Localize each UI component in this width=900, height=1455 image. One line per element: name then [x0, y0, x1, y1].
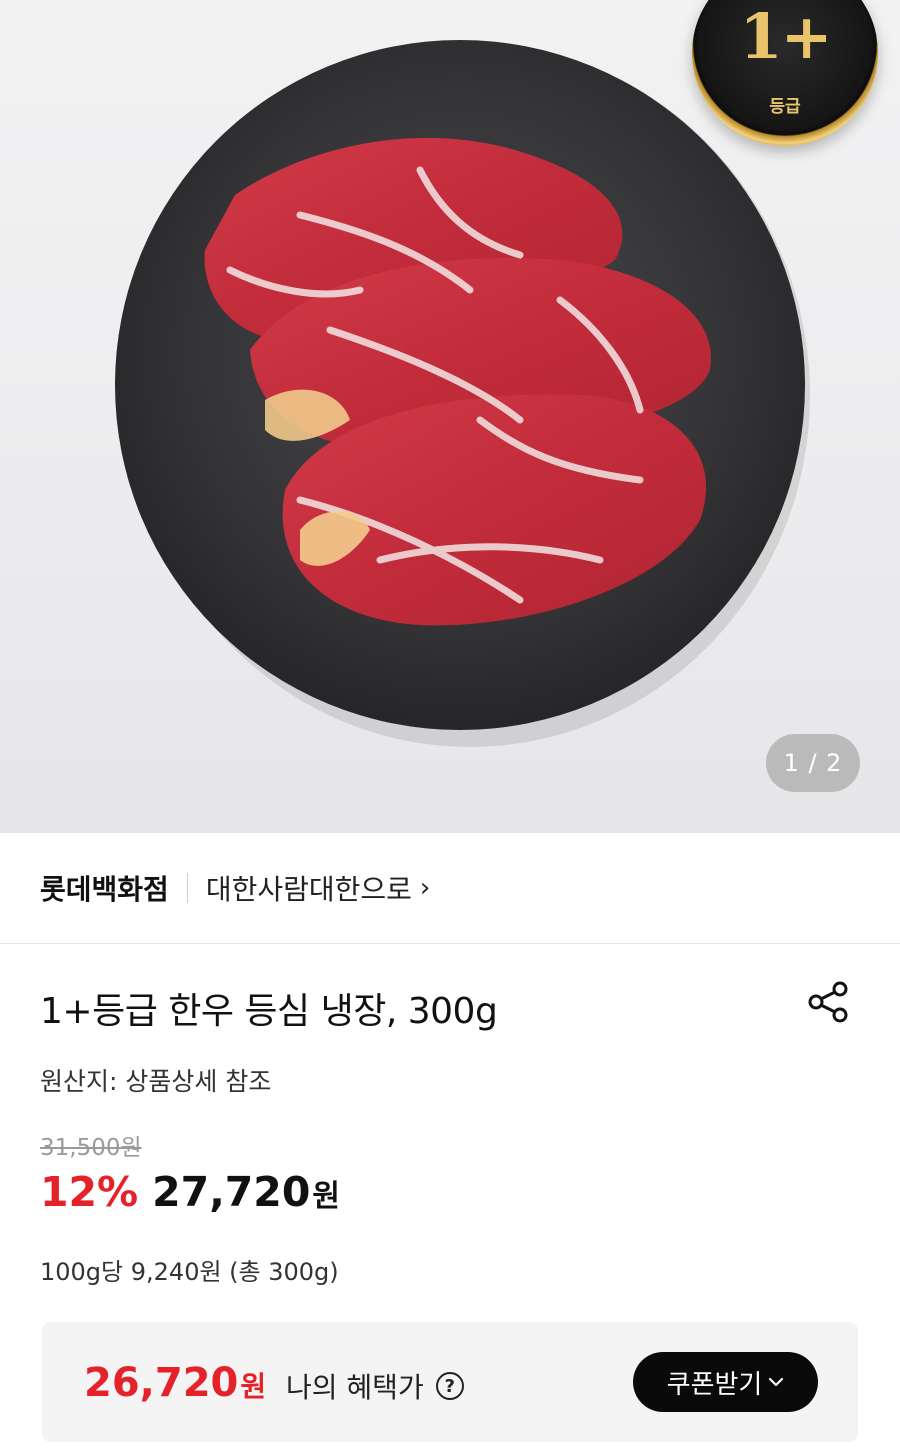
help-icon[interactable]: ?	[435, 1372, 464, 1400]
grade-value: 1+	[739, 0, 832, 73]
original-price: 31,500원	[40, 1135, 142, 1161]
price-row: 12% 27,720 원	[40, 1168, 340, 1216]
benefit-price-box: 26,720 원 나의 혜택가 ? 쿠폰받기	[42, 1322, 858, 1442]
unit-price: 100g당 9,240원 (총 300g)	[40, 1258, 339, 1286]
coupon-button[interactable]: 쿠폰받기	[633, 1352, 818, 1412]
coupon-button-label: 쿠폰받기	[666, 1369, 763, 1400]
chevron-down-icon	[769, 1377, 784, 1387]
seller-link[interactable]: 대한사람대한으로 ›	[206, 868, 431, 908]
origin-info: 원산지: 상품상세 참조	[40, 1067, 272, 1096]
seller-name: 대한사람대한으로	[205, 873, 412, 906]
image-counter: 1 / 2	[766, 734, 860, 792]
benefit-price-currency: 원	[240, 1370, 267, 1403]
sale-price: 27,720	[152, 1168, 311, 1216]
benefit-label: 나의 혜택가	[286, 1371, 424, 1404]
benefit-price-value: 26,720	[84, 1360, 239, 1406]
product-image-gallery[interactable]: 1+ 등급 1 / 2	[0, 0, 900, 833]
benefit-price: 26,720 원	[84, 1360, 266, 1406]
store-info-row: 롯데백화점 대한사람대한으로 ›	[0, 833, 900, 944]
benefit-label-group: 나의 혜택가 ?	[286, 1366, 464, 1406]
product-title: 1+등급 한우 등심 냉장, 300g	[40, 991, 498, 1032]
chevron-right-icon: ›	[419, 873, 431, 903]
store-brand: 롯데백화점	[40, 873, 169, 906]
discount-rate: 12%	[40, 1168, 139, 1216]
grade-label: 등급	[769, 97, 801, 117]
share-icon[interactable]	[804, 978, 852, 1026]
sale-price-currency: 원	[312, 1179, 340, 1214]
divider	[186, 873, 188, 903]
